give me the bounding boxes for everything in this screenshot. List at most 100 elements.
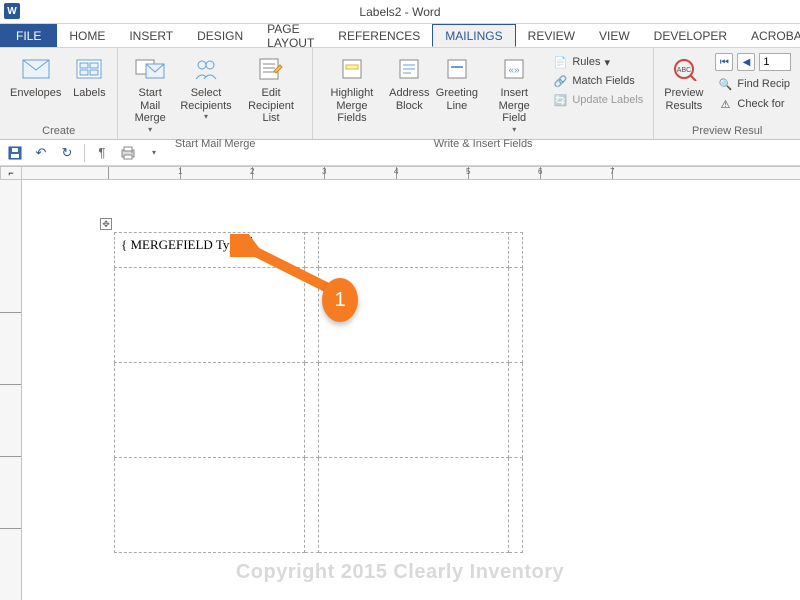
- tab-references[interactable]: REFERENCES: [326, 24, 432, 47]
- tab-design[interactable]: DESIGN: [185, 24, 255, 47]
- ruler-mark: 2: [250, 167, 254, 176]
- tab-page-layout[interactable]: PAGE LAYOUT: [255, 24, 326, 47]
- start-mail-merge-button[interactable]: Start Mail Merge ▾: [124, 51, 176, 136]
- tab-developer[interactable]: DEVELOPER: [642, 24, 739, 47]
- label-gutter: [305, 268, 319, 363]
- label-cell[interactable]: [115, 458, 305, 553]
- preview-results-label: Preview Results: [664, 87, 703, 112]
- envelopes-label: Envelopes: [10, 87, 61, 100]
- svg-text:«»: «»: [509, 65, 521, 76]
- tab-mailings[interactable]: MAILINGS: [432, 24, 515, 47]
- horizontal-ruler[interactable]: 1 2 3 4 5 6 7: [22, 166, 800, 180]
- select-recipients-label: Select Recipients: [180, 87, 231, 112]
- ruler-mark: 1: [178, 167, 182, 176]
- update-labels-label: Update Labels: [572, 94, 643, 106]
- label-cell[interactable]: [115, 363, 305, 458]
- greeting-line-button[interactable]: Greeting Line: [434, 51, 480, 136]
- ribbon-group-write-insert: Highlight Merge Fields Address Block Gre…: [313, 48, 654, 139]
- save-button[interactable]: [6, 144, 24, 162]
- update-labels-button[interactable]: 🔄 Update Labels: [548, 91, 647, 109]
- edit-recipient-list-button[interactable]: Edit Recipient List: [236, 51, 306, 136]
- table-move-handle-icon[interactable]: ✥: [100, 218, 112, 230]
- vertical-ruler[interactable]: [0, 180, 22, 600]
- table-row: [115, 268, 523, 363]
- edit-recipient-label: Edit Recipient List: [240, 87, 302, 125]
- ruler-mark: 5: [466, 167, 470, 176]
- labels-table: { MERGEFIELD Type }: [114, 232, 523, 553]
- labels-label: Labels: [73, 87, 105, 100]
- ruler-mark: 3: [322, 167, 326, 176]
- group-label-create: Create: [6, 123, 111, 139]
- dropdown-icon: ▾: [604, 56, 610, 69]
- label-gutter: [509, 363, 523, 458]
- highlight-label: Highlight Merge Fields: [323, 87, 381, 125]
- record-number-input[interactable]: [759, 53, 791, 71]
- dropdown-icon: ▾: [148, 125, 152, 134]
- label-cell[interactable]: [115, 268, 305, 363]
- mail-merge-icon: [134, 53, 166, 85]
- tab-acrobat[interactable]: ACROBAT: [739, 24, 800, 47]
- label-gutter: [509, 268, 523, 363]
- quick-print-button[interactable]: [119, 144, 137, 162]
- document-area[interactable]: ✥ { MERGEFIELD Type }: [22, 180, 800, 600]
- rules-button[interactable]: 📄 Rules ▾: [548, 53, 647, 71]
- labels-button[interactable]: Labels: [67, 51, 111, 123]
- mergefield-code: { MERGEFIELD Type }: [121, 237, 252, 252]
- address-block-icon: [393, 53, 425, 85]
- qat-customize-dropdown[interactable]: ▾: [145, 144, 163, 162]
- envelope-icon: [20, 53, 52, 85]
- greeting-label: Greeting Line: [436, 87, 478, 112]
- group-label-preview: Preview Resul: [660, 123, 794, 139]
- insert-field-icon: «»: [498, 53, 530, 85]
- label-cell[interactable]: { MERGEFIELD Type }: [115, 233, 305, 268]
- recipients-icon: [190, 53, 222, 85]
- greeting-icon: [441, 53, 473, 85]
- address-block-label: Address Block: [389, 87, 429, 112]
- rules-label: Rules: [572, 56, 600, 68]
- dropdown-icon: ▾: [512, 125, 516, 134]
- group-label-write: Write & Insert Fields: [319, 136, 647, 152]
- preview-results-button[interactable]: ABC Preview Results: [660, 51, 707, 123]
- ribbon-group-preview: ABC Preview Results ⏮ ◀ 🔍 Find Recip ⚠ C…: [654, 48, 800, 139]
- undo-button[interactable]: ↶: [32, 144, 50, 162]
- find-recipient-button[interactable]: 🔍 Find Recip: [713, 75, 794, 93]
- label-gutter: [509, 233, 523, 268]
- highlight-merge-fields-button[interactable]: Highlight Merge Fields: [319, 51, 385, 136]
- label-gutter: [305, 233, 319, 268]
- label-cell[interactable]: [319, 268, 509, 363]
- select-recipients-button[interactable]: Select Recipients ▾: [178, 51, 234, 136]
- tab-insert[interactable]: INSERT: [117, 24, 185, 47]
- edit-list-icon: [255, 53, 287, 85]
- prev-record-button[interactable]: ◀: [737, 53, 755, 71]
- tab-home[interactable]: HOME: [57, 24, 117, 47]
- check-errors-button[interactable]: ⚠ Check for: [713, 95, 794, 113]
- highlight-icon: [336, 53, 368, 85]
- paragraph-marks-button[interactable]: ¶: [93, 144, 111, 162]
- qat-separator: [84, 144, 85, 162]
- label-cell[interactable]: [319, 363, 509, 458]
- ruler-mark: 7: [610, 167, 614, 176]
- tab-file[interactable]: FILE: [0, 24, 57, 47]
- tab-review[interactable]: REVIEW: [516, 24, 587, 47]
- page: ✥ { MERGEFIELD Type }: [114, 232, 794, 553]
- rules-icon: 📄: [552, 54, 568, 70]
- tab-view[interactable]: VIEW: [587, 24, 642, 47]
- ruler-corner: ⌐: [0, 166, 22, 180]
- redo-button[interactable]: ↻: [58, 144, 76, 162]
- word-app-icon: W: [4, 3, 20, 19]
- first-record-button[interactable]: ⏮: [715, 53, 733, 71]
- address-block-button[interactable]: Address Block: [387, 51, 432, 136]
- labels-icon: [73, 53, 105, 85]
- envelopes-button[interactable]: Envelopes: [6, 51, 65, 123]
- dropdown-icon: ▾: [204, 112, 208, 121]
- match-fields-label: Match Fields: [572, 75, 634, 87]
- table-row: { MERGEFIELD Type }: [115, 233, 523, 268]
- label-gutter: [305, 363, 319, 458]
- label-cell[interactable]: [319, 233, 509, 268]
- insert-merge-field-button[interactable]: «» Insert Merge Field ▾: [482, 51, 546, 136]
- ruler-mark: 4: [394, 167, 398, 176]
- start-mail-merge-label: Start Mail Merge: [128, 87, 172, 125]
- match-fields-button[interactable]: 🔗 Match Fields: [548, 72, 647, 90]
- label-cell[interactable]: [319, 458, 509, 553]
- label-gutter: [509, 458, 523, 553]
